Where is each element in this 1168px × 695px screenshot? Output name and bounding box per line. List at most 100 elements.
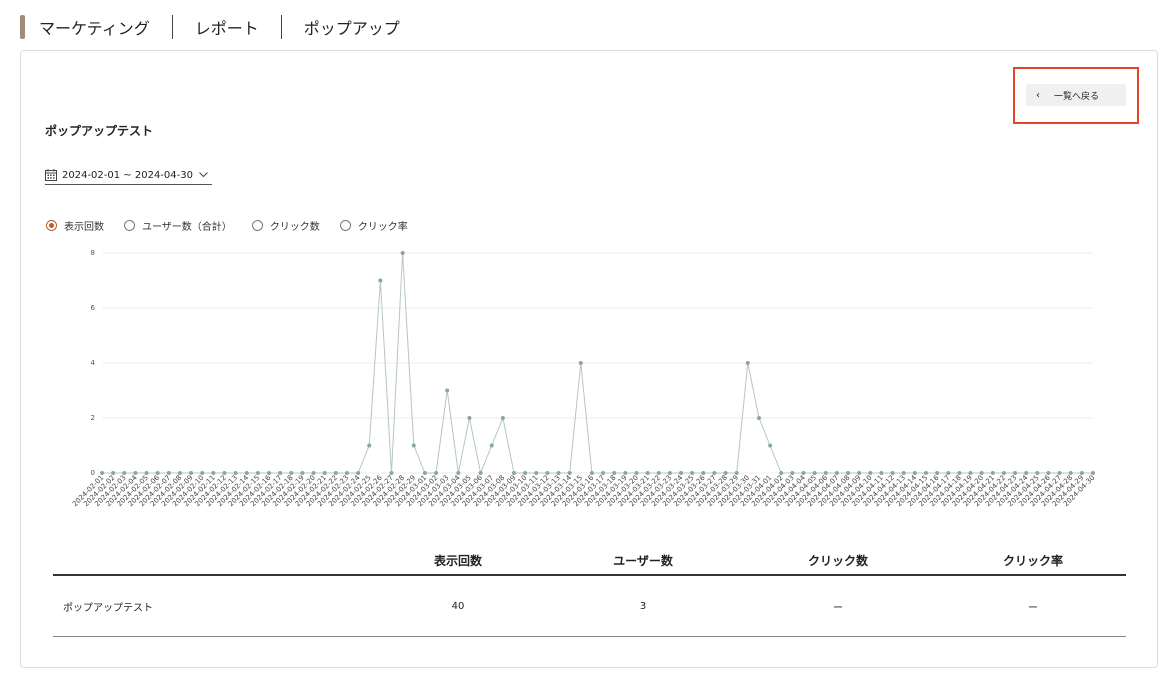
data-point xyxy=(434,471,439,475)
data-point xyxy=(679,471,684,475)
y-tick-label: 6 xyxy=(91,304,96,312)
data-point xyxy=(267,471,272,475)
data-point xyxy=(589,471,594,475)
data-point xyxy=(367,443,372,448)
data-point xyxy=(578,361,583,365)
data-point xyxy=(133,471,138,475)
data-point xyxy=(1091,471,1095,475)
data-point xyxy=(1057,471,1062,475)
data-point xyxy=(411,443,416,448)
data-point xyxy=(322,471,327,475)
header-cell: クリック数 xyxy=(807,553,868,568)
data-point xyxy=(790,471,795,475)
data-point xyxy=(756,416,761,420)
data-point xyxy=(1024,471,1029,475)
data-point xyxy=(946,471,951,475)
data-point xyxy=(823,471,828,475)
data-point xyxy=(1046,471,1051,475)
data-point xyxy=(912,471,917,475)
table-header: 表示回数 ユーザー数 クリック数 クリック率 xyxy=(53,546,1126,576)
data-point xyxy=(1013,471,1018,475)
data-point xyxy=(155,471,160,475)
data-point xyxy=(189,471,194,475)
data-point xyxy=(801,471,806,475)
data-point xyxy=(723,471,728,475)
table-cell: ー xyxy=(833,602,843,614)
y-tick-label: 8 xyxy=(91,249,95,257)
data-point xyxy=(356,471,361,475)
data-point xyxy=(857,471,862,475)
data-point xyxy=(177,471,182,475)
data-point xyxy=(957,471,962,475)
data-point xyxy=(879,471,884,475)
table-row: ポップアップテスト 40 3 ー ー xyxy=(53,576,1126,637)
data-point xyxy=(1079,471,1084,475)
data-point xyxy=(534,471,539,475)
data-point xyxy=(1035,471,1040,475)
data-point xyxy=(901,471,906,475)
data-point xyxy=(467,416,472,420)
data-point xyxy=(745,361,750,365)
data-point xyxy=(1068,471,1073,475)
data-point xyxy=(523,471,528,475)
data-point xyxy=(1001,471,1006,475)
data-point xyxy=(400,251,405,255)
data-point xyxy=(712,471,717,475)
y-tick-label: 0 xyxy=(91,469,95,477)
data-point xyxy=(868,471,873,475)
data-point xyxy=(812,471,817,475)
data-point xyxy=(701,471,706,475)
data-point xyxy=(100,471,104,475)
data-point xyxy=(166,471,171,475)
data-point xyxy=(344,471,349,475)
data-point xyxy=(111,471,116,475)
data-point xyxy=(378,278,383,283)
data-point xyxy=(211,471,216,475)
data-point xyxy=(445,388,450,393)
summary-table: 表示回数 ユーザー数 クリック数 クリック率 ポップアップテスト 40 3 ー … xyxy=(53,546,1126,637)
table-cell: 40 xyxy=(451,600,465,612)
data-point xyxy=(601,471,606,475)
data-point xyxy=(478,471,483,475)
data-point xyxy=(200,471,205,475)
data-point xyxy=(890,471,895,475)
data-point xyxy=(300,471,305,475)
data-point xyxy=(255,471,260,475)
data-point xyxy=(623,471,628,475)
data-point xyxy=(656,471,661,475)
data-point xyxy=(567,471,572,475)
data-point xyxy=(645,471,650,475)
data-point xyxy=(511,471,516,475)
table-cell: ポップアップテスト xyxy=(63,602,153,614)
data-point xyxy=(990,471,995,475)
header-cell: 表示回数 xyxy=(433,553,482,568)
header-cell: クリック率 xyxy=(1002,553,1063,568)
data-point xyxy=(122,471,127,475)
impressions-line-chart: 024682024-02-012024-02-022024-02-032024-… xyxy=(71,249,1096,508)
data-point xyxy=(456,471,461,475)
y-tick-label: 4 xyxy=(91,359,96,367)
data-point xyxy=(768,443,773,448)
data-point xyxy=(734,471,739,475)
data-point xyxy=(923,471,928,475)
data-point xyxy=(500,416,505,420)
table-cell: 3 xyxy=(639,600,647,612)
data-point xyxy=(144,471,149,475)
data-point xyxy=(489,443,494,448)
data-point xyxy=(556,471,561,475)
table-cell: ー xyxy=(1028,602,1038,614)
data-point xyxy=(333,471,338,475)
data-point xyxy=(834,471,839,475)
data-point xyxy=(667,471,672,475)
data-point xyxy=(846,471,851,475)
data-point xyxy=(690,471,695,475)
data-point xyxy=(968,471,973,475)
data-point xyxy=(278,471,283,475)
data-point xyxy=(233,471,238,475)
data-point xyxy=(389,471,394,475)
data-point xyxy=(422,471,427,475)
data-point xyxy=(612,471,617,475)
data-point xyxy=(222,471,227,475)
data-point xyxy=(779,471,784,475)
data-point xyxy=(935,471,940,475)
